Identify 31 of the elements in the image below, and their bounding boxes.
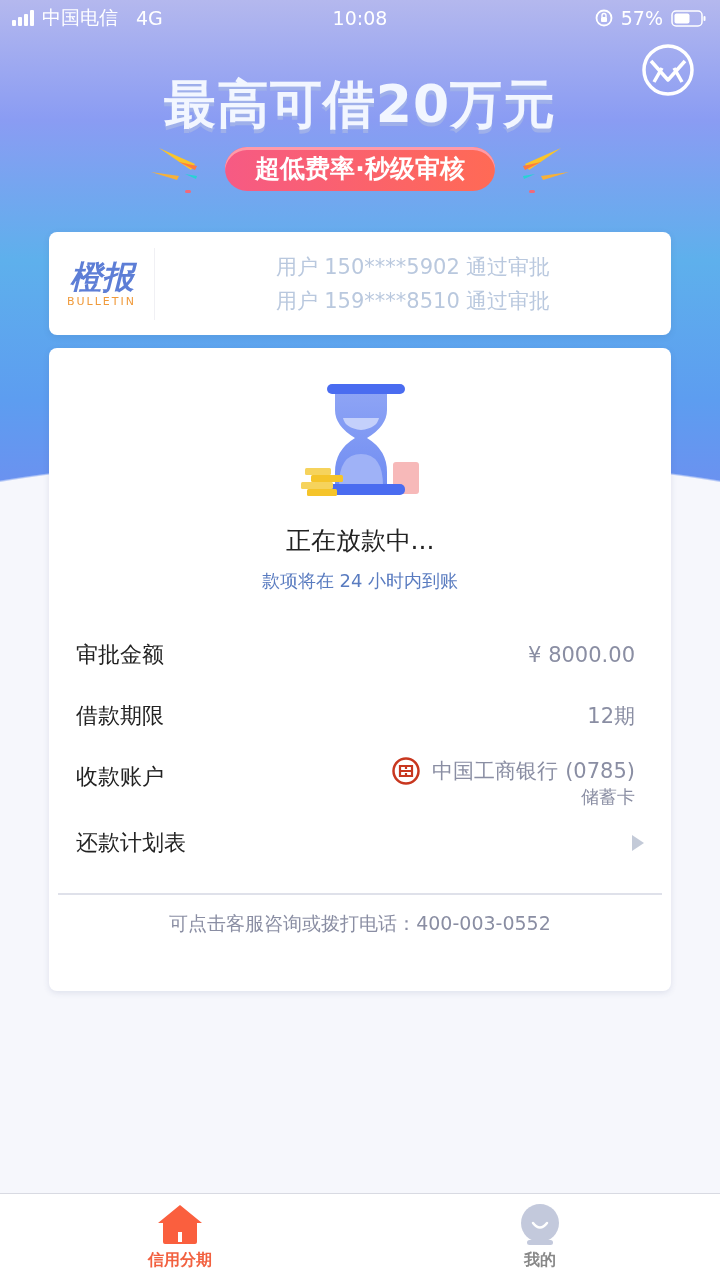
home-icon [157, 1204, 203, 1246]
bulletin-message: 用户 159****8510 通过审批 [275, 287, 551, 315]
carrier-name: 中国电信 [42, 5, 118, 30]
repayment-plan-row[interactable]: 还款计划表 [76, 807, 645, 879]
contact-note: 可点击客服咨询或拨打电话：400-003-0552 [169, 911, 551, 936]
network-type: 4G [136, 7, 163, 29]
tab-item[interactable]: 信用分期 [0, 1194, 360, 1280]
banner-headline: 最高可借20万元 [163, 74, 557, 134]
signal-icon [12, 10, 34, 26]
detail-label: 审批金额 [76, 640, 164, 669]
status-subtitle: 款项将在 24 小时内到账 [261, 569, 459, 593]
detail-value: ¥ 8000.00 [528, 642, 635, 667]
card-type: 储蓄卡 [581, 784, 635, 809]
profile-icon [519, 1204, 561, 1246]
battery-percent: 57% [620, 7, 663, 29]
status-time: 10:08 [332, 7, 388, 29]
status-title: 正在放款中... [285, 525, 435, 557]
detail-label: 借款期限 [76, 701, 164, 730]
detail-label: 收款账户 [76, 762, 164, 791]
bank-logo-icon [392, 756, 421, 785]
envelope-logo-icon[interactable] [642, 44, 694, 96]
bank-account: 中国工商银行 (0785) [432, 757, 635, 785]
detail-label: 还款计划表 [76, 829, 186, 857]
detail-value: 12期 [587, 702, 635, 730]
banner-tagline: 超低费率·秒级审核 [225, 147, 495, 191]
rotation-lock-icon [594, 9, 613, 27]
arrow-right-icon [631, 834, 645, 852]
tab-item[interactable]: 我的 [360, 1194, 720, 1280]
battery-icon [671, 9, 706, 27]
bulletin-message: 用户 150****5902 通过审批 [275, 253, 551, 281]
bulletin-logo-subtitle: BULLETIN [67, 295, 136, 308]
